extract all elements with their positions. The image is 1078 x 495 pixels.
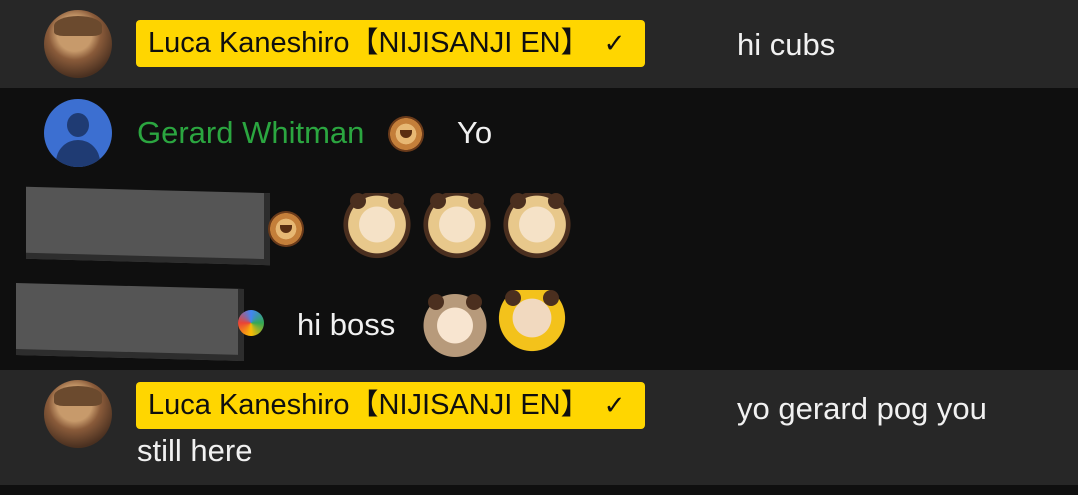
luca-avatar[interactable] [44,380,112,448]
luca-avatar[interactable] [44,10,112,78]
chat-message-gerard[interactable]: Gerard Whitman Yo [0,88,1078,180]
owner-name-badge[interactable]: Luca Kaneshiro【NIJISANJI EN】 ✓ [136,382,646,429]
message-text: Yo [457,115,493,150]
emote-image-1 [342,193,412,263]
emote-image-4 [420,294,490,364]
emote-image-3 [502,193,572,263]
owner-name-badge[interactable]: Luca Kaneshiro【NIJISANJI EN】 ✓ [136,20,646,67]
emote-image-5 [497,290,567,360]
chat-message-redacted-1[interactable] [0,180,1078,272]
member-badge-icon [238,310,264,336]
avatar-body [56,140,100,167]
avatar-head [67,113,89,137]
author-name: Luca Kaneshiro【NIJISANJI EN】 [148,27,590,59]
redacted-author [16,283,244,361]
chat-message-luca-2[interactable]: Luca Kaneshiro【NIJISANJI EN】 ✓ yo gerard … [0,370,1078,485]
message-text-line-1: yo gerard pog you [737,391,987,426]
lion-member-badge-icon [388,116,424,152]
message-text-line-2: still here [137,433,253,468]
chat-next-row-peek [0,485,1078,495]
redacted-author [26,186,270,266]
chat-message-redacted-2[interactable]: hi boss [0,272,1078,370]
check-icon: ✓ [603,390,626,420]
author-name[interactable]: Gerard Whitman [137,115,364,151]
check-icon: ✓ [603,28,626,58]
emote-image-2 [422,193,492,263]
message-text: hi boss [297,307,396,342]
chat-message-luca-1[interactable]: Luca Kaneshiro【NIJISANJI EN】 ✓ hi cubs [0,0,1078,88]
author-name: Luca Kaneshiro【NIJISANJI EN】 [148,389,590,421]
default-avatar-icon[interactable] [44,99,112,167]
message-text: hi cubs [737,27,836,62]
lion-member-badge-icon [268,211,304,247]
